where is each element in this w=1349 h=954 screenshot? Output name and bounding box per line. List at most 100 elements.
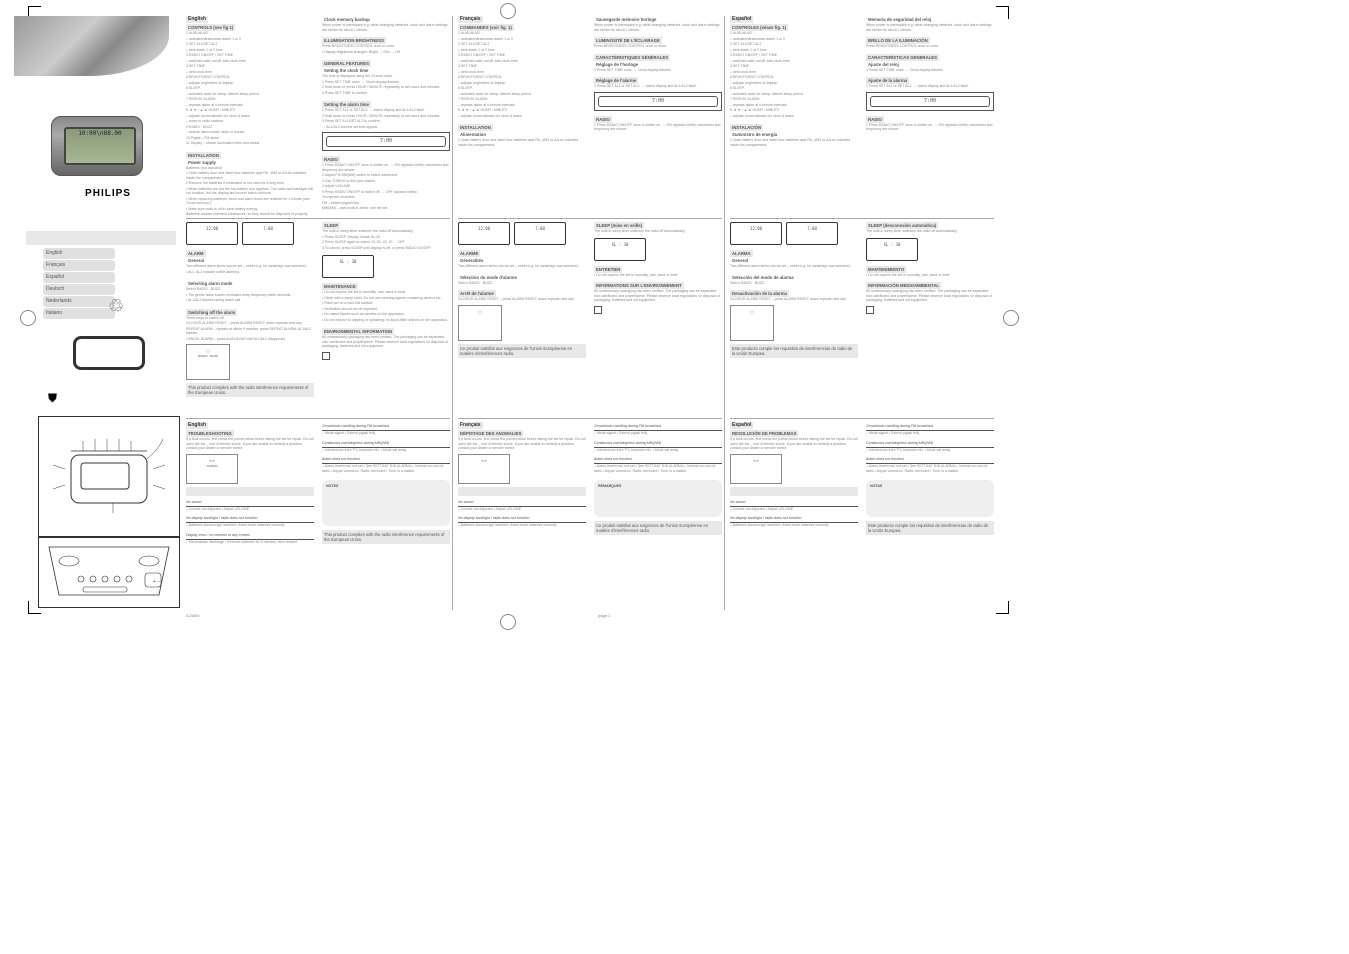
controls-list: 1 ALM1/ALM2 – activates/deactivates alar… — [186, 31, 314, 146]
hdr-setalarm: Réglage de l'alarme — [594, 77, 638, 84]
body-text: 1 Open battery door and insert four batt… — [730, 138, 858, 147]
display-illustration — [73, 336, 145, 370]
trouble-intro: If a fault occurs, first check the point… — [186, 437, 314, 451]
hdr-maint: MAINTENANCE — [322, 283, 358, 290]
mini-display-2: 7:00 — [242, 222, 294, 245]
lang-tab: Deutsch — [43, 284, 115, 295]
body-text: 1 Press RADIO ON/OFF once to switch on. … — [866, 123, 994, 132]
hdr-env: INFORMATIONS SUR L'ENVIRONNEMENT — [594, 282, 684, 289]
hdr-setclock: Réglage de l'horloge — [594, 61, 640, 68]
hdr-genfeat: CARACTÉRISTIQUES GÉNÉRALES — [594, 54, 670, 61]
hdr-bright: BRILLO DE LA ILUMINACIÓN — [866, 37, 930, 44]
clockmem-text: When power is interrupted e.g. while cha… — [322, 23, 450, 32]
hdr-controls: CONTROLES (véase fig. 1) — [730, 24, 788, 31]
hdr-setclock: Ajuste del reloj — [866, 61, 901, 68]
language-list: English Français Español Deutsch Nederla… — [43, 248, 115, 320]
hdr-power: Suministro de energía — [730, 131, 779, 138]
lang-tab: Nederlands — [43, 296, 115, 307]
body-text: All unnecessary packaging has been omitt… — [866, 289, 994, 303]
compliance-bar: This product complies with the radio int… — [186, 383, 314, 397]
hdr-sleep: SLEEP — [322, 222, 340, 229]
hdr-genfeat: CARACTERÍSTICAS GENERALES — [866, 54, 939, 61]
troubleshoot-right: Occasional crackling during FM broadcast… — [322, 422, 450, 476]
hdr-power: Power supply — [186, 159, 218, 166]
column-francais: Français COMMANDES (voir fig. 1) 1 ALM1/… — [458, 16, 722, 610]
hdr-setclock: Setting the clock time — [322, 67, 370, 74]
hdr-offalarm: Switching off the alarm — [186, 309, 237, 316]
body-text: The built‑in sleep timer switches the ra… — [866, 229, 994, 234]
recycle-icon: ♲ — [108, 296, 132, 320]
compliance-bar-2: Este producto cumple los requisitos de i… — [866, 521, 994, 535]
row-sep — [186, 418, 450, 419]
column-separator-1 — [452, 16, 453, 610]
row-sep — [458, 218, 722, 219]
dial-illustration: ◯RADIO · BUZZ — [186, 344, 230, 380]
compliance-bar-2: This product complies with the radio int… — [322, 530, 450, 544]
hdr-offalarm: Desactivación de la alarma — [730, 290, 789, 297]
hdr-alarmgen: Généralités — [458, 257, 485, 264]
brand-swoosh — [14, 16, 169, 76]
footer-center: page 1 — [598, 613, 610, 618]
lang-tab: Français — [43, 260, 115, 271]
hdr-trouble: DÉPISTAGE DES ANOMALIES — [458, 430, 523, 437]
hdr-trouble: TROUBLESHOOTING — [186, 430, 234, 437]
body-text: • Do not expose the set to humidity, rai… — [866, 273, 994, 278]
body-text: 1 Press SET TIME once. → Clock display f… — [866, 68, 994, 73]
body-text: Press BRIGHTNESS CONTROL once or more. — [866, 44, 994, 49]
grey-bar — [730, 487, 858, 496]
hdr-selalarm: Selecting alarm mode — [186, 280, 234, 287]
column-espanol: Español CONTROLES (véase fig. 1) 1 ALM1/… — [730, 16, 994, 610]
hdr-selalarm: Selección del modo de alarma — [730, 274, 796, 281]
hdr-bright: ILLUMINATION BRIGHTNESS — [322, 37, 386, 44]
mini-display-sleep: SL : 30 — [322, 255, 374, 278]
dial-illustration-2: ⟲ ⟳ — [458, 454, 510, 484]
controls-list: 1 ALM1/ALM2 – activates/deactivates alar… — [458, 31, 586, 118]
svg-text:+ −: + − — [153, 579, 160, 585]
product-hero: 10:00\n88.00 — [26, 16, 176, 196]
lang-name: Français — [458, 16, 483, 23]
hdr-offalarm: Arrêt de l'alarme — [458, 290, 496, 297]
hdr-maint: ENTRETIEN — [594, 266, 622, 273]
body-text: Select RADIO · BUZZ. — [730, 281, 858, 286]
selalarm-text: Select RADIO · BUZZ.• The gentle wake bu… — [186, 287, 314, 303]
mini-display-2: 7:00 — [514, 222, 566, 245]
troubleshoot-left: No sound– Volume not adjusted • Adjust V… — [458, 498, 586, 531]
dial-illustration-2: ⟲ ⟳ — [730, 454, 782, 484]
dial-illustration-2: ⟲ ⟳TUNING — [186, 454, 238, 484]
figure-2: + − — [38, 536, 180, 608]
body-text: All unnecessary packaging has been omitt… — [594, 289, 722, 303]
product-photo-display: 10:00\n88.00 — [64, 127, 136, 165]
compliance-bar: Ce produit satisfait aux exigences de l'… — [458, 344, 586, 358]
brand-logo: PHILIPS — [38, 188, 178, 199]
sleep-text: The built‑in sleep timer switches the ra… — [322, 229, 450, 250]
checkbox-icon — [866, 306, 874, 314]
body-text: Two different alarm times can be set – u… — [730, 264, 858, 269]
hdr-alarmgen: General — [186, 257, 206, 264]
shield-icon: ⛊ — [48, 391, 62, 409]
body-text: 1 Press SET AL1 or SET AL2. → Alarm disp… — [866, 84, 994, 89]
dial-illustration: ◯ — [730, 305, 774, 341]
hdr-power: Alimentation — [458, 131, 488, 138]
checkbox-icon — [594, 306, 602, 314]
body-text: 1 Press RADIO ON/OFF once to switch on. … — [594, 123, 722, 132]
body-text: 24‑HOUR ALARM RESET – press ALARM RESET;… — [730, 297, 858, 302]
body-text: 1 Press SET AL1 or SET AL2. → Alarm disp… — [594, 84, 722, 89]
alarm-text: Two different alarm times can be set – u… — [186, 264, 314, 274]
body-text: • Do not expose the set to humidity, rai… — [594, 273, 722, 278]
lang-name-repeat: Español — [730, 422, 753, 429]
body-text: 24‑HOUR ALARM RESET – press ALARM RESET;… — [458, 297, 586, 302]
checkbox-icon — [322, 352, 330, 360]
lang-tab: Italiano — [43, 308, 115, 319]
maint-text: • Do not expose the set to humidity, rai… — [322, 290, 450, 322]
footer-left: AJ3650 — [186, 613, 200, 618]
hdr-install: INSTALLATION — [458, 124, 493, 131]
mini-display-1: 12:00 — [186, 222, 238, 245]
body-text: Two different alarm times can be set – u… — [458, 264, 586, 269]
lang-tab: Español — [43, 272, 115, 283]
hdr-controls: CONTROLS (see fig 1) — [186, 24, 235, 31]
body-text: Select RADIO · BUZZ. — [458, 281, 586, 286]
body-text: 1 Open battery door and insert four batt… — [458, 138, 586, 147]
hdr-setalarm: Setting the alarm time — [322, 101, 371, 108]
column-english: English CONTROLS (see fig 1) 1 ALM1/ALM2… — [186, 16, 450, 610]
install-text: Batteries (not included) 1 Open battery … — [186, 166, 314, 217]
